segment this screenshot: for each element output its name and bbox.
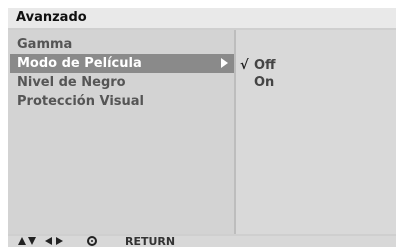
check-icon: √	[240, 58, 249, 73]
menu-item-nivel-de-negro[interactable]: Nivel de Negro	[10, 73, 234, 92]
option-label: Off	[254, 58, 276, 73]
left-arrow-icon	[45, 237, 52, 245]
advanced-menu-panel: Avanzado Gamma Modo de Película Nivel de…	[8, 8, 396, 247]
submenu-arrow-icon	[221, 58, 228, 68]
menu-item-label: Modo de Película	[17, 56, 142, 71]
down-arrow-icon	[28, 237, 36, 245]
menu-item-modo-de-pelicula[interactable]: Modo de Película	[10, 54, 234, 73]
footer-hints: RETURN	[8, 236, 396, 247]
menu-body: Gamma Modo de Película Nivel de Negro Pr…	[8, 30, 396, 234]
right-arrow-icon	[56, 237, 63, 245]
menu-item-proteccion-visual[interactable]: Protección Visual	[10, 92, 234, 111]
menu-item-gamma[interactable]: Gamma	[10, 35, 234, 54]
return-label: RETURN	[125, 235, 176, 248]
ok-icon	[87, 236, 97, 246]
option-label: On	[254, 75, 275, 90]
submenu-options: √ Off On	[236, 30, 396, 234]
option-on[interactable]: On	[240, 74, 274, 92]
option-off[interactable]: √ Off	[240, 57, 276, 75]
up-arrow-icon	[18, 237, 26, 245]
menu-list: Gamma Modo de Película Nivel de Negro Pr…	[8, 30, 234, 234]
menu-title: Avanzado	[8, 8, 396, 28]
